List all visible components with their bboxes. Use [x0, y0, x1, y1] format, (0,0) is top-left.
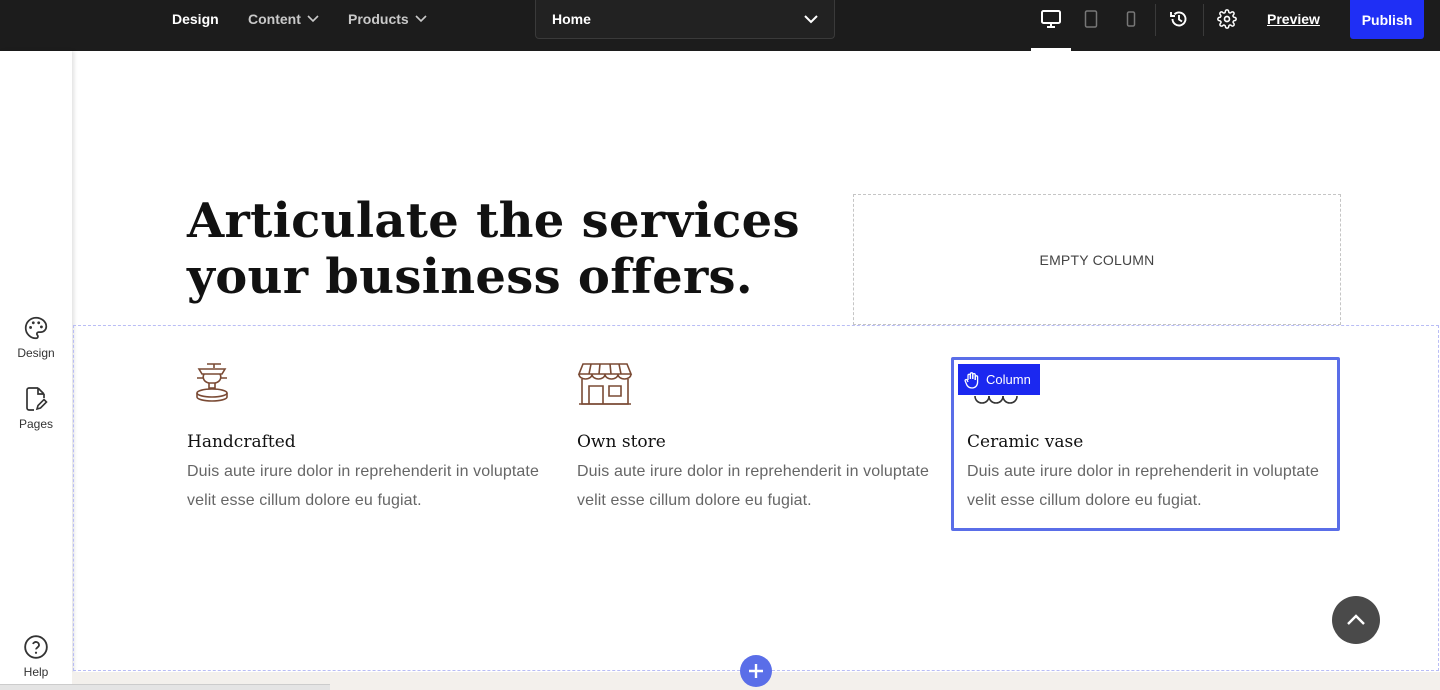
device-tablet-button[interactable]	[1071, 0, 1111, 38]
feature-text: Duis aute irure dolor in reprehenderit i…	[187, 463, 539, 509]
add-section-button[interactable]	[740, 655, 772, 687]
history-icon	[1170, 11, 1187, 27]
sidebar-item-pages-label: Pages	[18, 417, 54, 431]
plus-icon	[749, 664, 763, 678]
toolbar-divider	[1155, 4, 1156, 36]
help-label: Help	[23, 665, 49, 679]
palette-icon	[24, 316, 48, 340]
tablet-icon	[1084, 10, 1098, 28]
left-sidebar: Design Pages Help	[0, 51, 72, 690]
feature-title: Handcrafted	[187, 432, 296, 452]
scroll-to-top-button[interactable]	[1332, 596, 1380, 644]
sidebar-item-design-label: Design	[17, 346, 55, 360]
browser-status-bar	[0, 684, 330, 690]
storefront-icon	[577, 363, 633, 405]
help-button[interactable]: Help	[0, 634, 72, 679]
page-selector[interactable]: Home	[535, 0, 835, 39]
nav-products-label: Products	[348, 11, 409, 27]
feature-icon-wrap	[187, 358, 557, 412]
sidebar-item-design[interactable]: Design	[0, 315, 72, 360]
nav-products[interactable]: Products	[348, 0, 427, 38]
feature-text: Duis aute irure dolor in reprehenderit i…	[577, 463, 929, 509]
nav-content[interactable]: Content	[248, 0, 319, 38]
chevron-down-icon	[307, 15, 319, 23]
page-selector-value: Home	[552, 11, 591, 27]
empty-column[interactable]: EMPTY COLUMN	[853, 194, 1341, 325]
feature-column-own-store[interactable]: Own store Duis aute irure dolor in repre…	[577, 358, 947, 515]
feature-column-handcrafted[interactable]: Handcrafted Duis aute irure dolor in rep…	[187, 358, 557, 515]
mobile-icon	[1126, 11, 1136, 27]
device-mobile-button[interactable]	[1111, 0, 1151, 38]
preview-link[interactable]: Preview	[1267, 11, 1320, 27]
empty-column-label: EMPTY COLUMN	[1039, 251, 1155, 268]
chevron-up-icon	[1347, 614, 1365, 625]
column-drag-handle[interactable]: Column	[958, 364, 1040, 395]
chevron-down-icon	[415, 15, 427, 23]
column-badge-label: Column	[986, 372, 1031, 387]
nav-design[interactable]: Design	[172, 0, 219, 38]
settings-button[interactable]	[1212, 0, 1242, 38]
editor-toolbar: Design Content Products Home Preview Pub…	[0, 0, 1440, 51]
nav-design-label: Design	[172, 11, 219, 27]
history-button[interactable]	[1164, 0, 1194, 38]
desktop-icon	[1041, 10, 1061, 28]
grab-hand-icon	[964, 371, 979, 389]
nav-content-label: Content	[248, 11, 301, 27]
device-desktop-button[interactable]	[1031, 0, 1071, 51]
feature-title: Own store	[577, 432, 666, 452]
gear-icon	[1217, 9, 1237, 29]
page-edit-icon	[26, 387, 48, 411]
publish-button[interactable]: Publish	[1350, 0, 1424, 39]
toolbar-divider	[1203, 4, 1204, 36]
sidebar-item-pages[interactable]: Pages	[0, 386, 72, 431]
help-icon	[24, 635, 48, 659]
feature-icon-wrap	[577, 358, 947, 412]
page-headline[interactable]: Articulate the services your business of…	[187, 193, 847, 305]
pottery-wheel-icon	[196, 363, 228, 402]
chevron-down-icon	[804, 14, 818, 23]
